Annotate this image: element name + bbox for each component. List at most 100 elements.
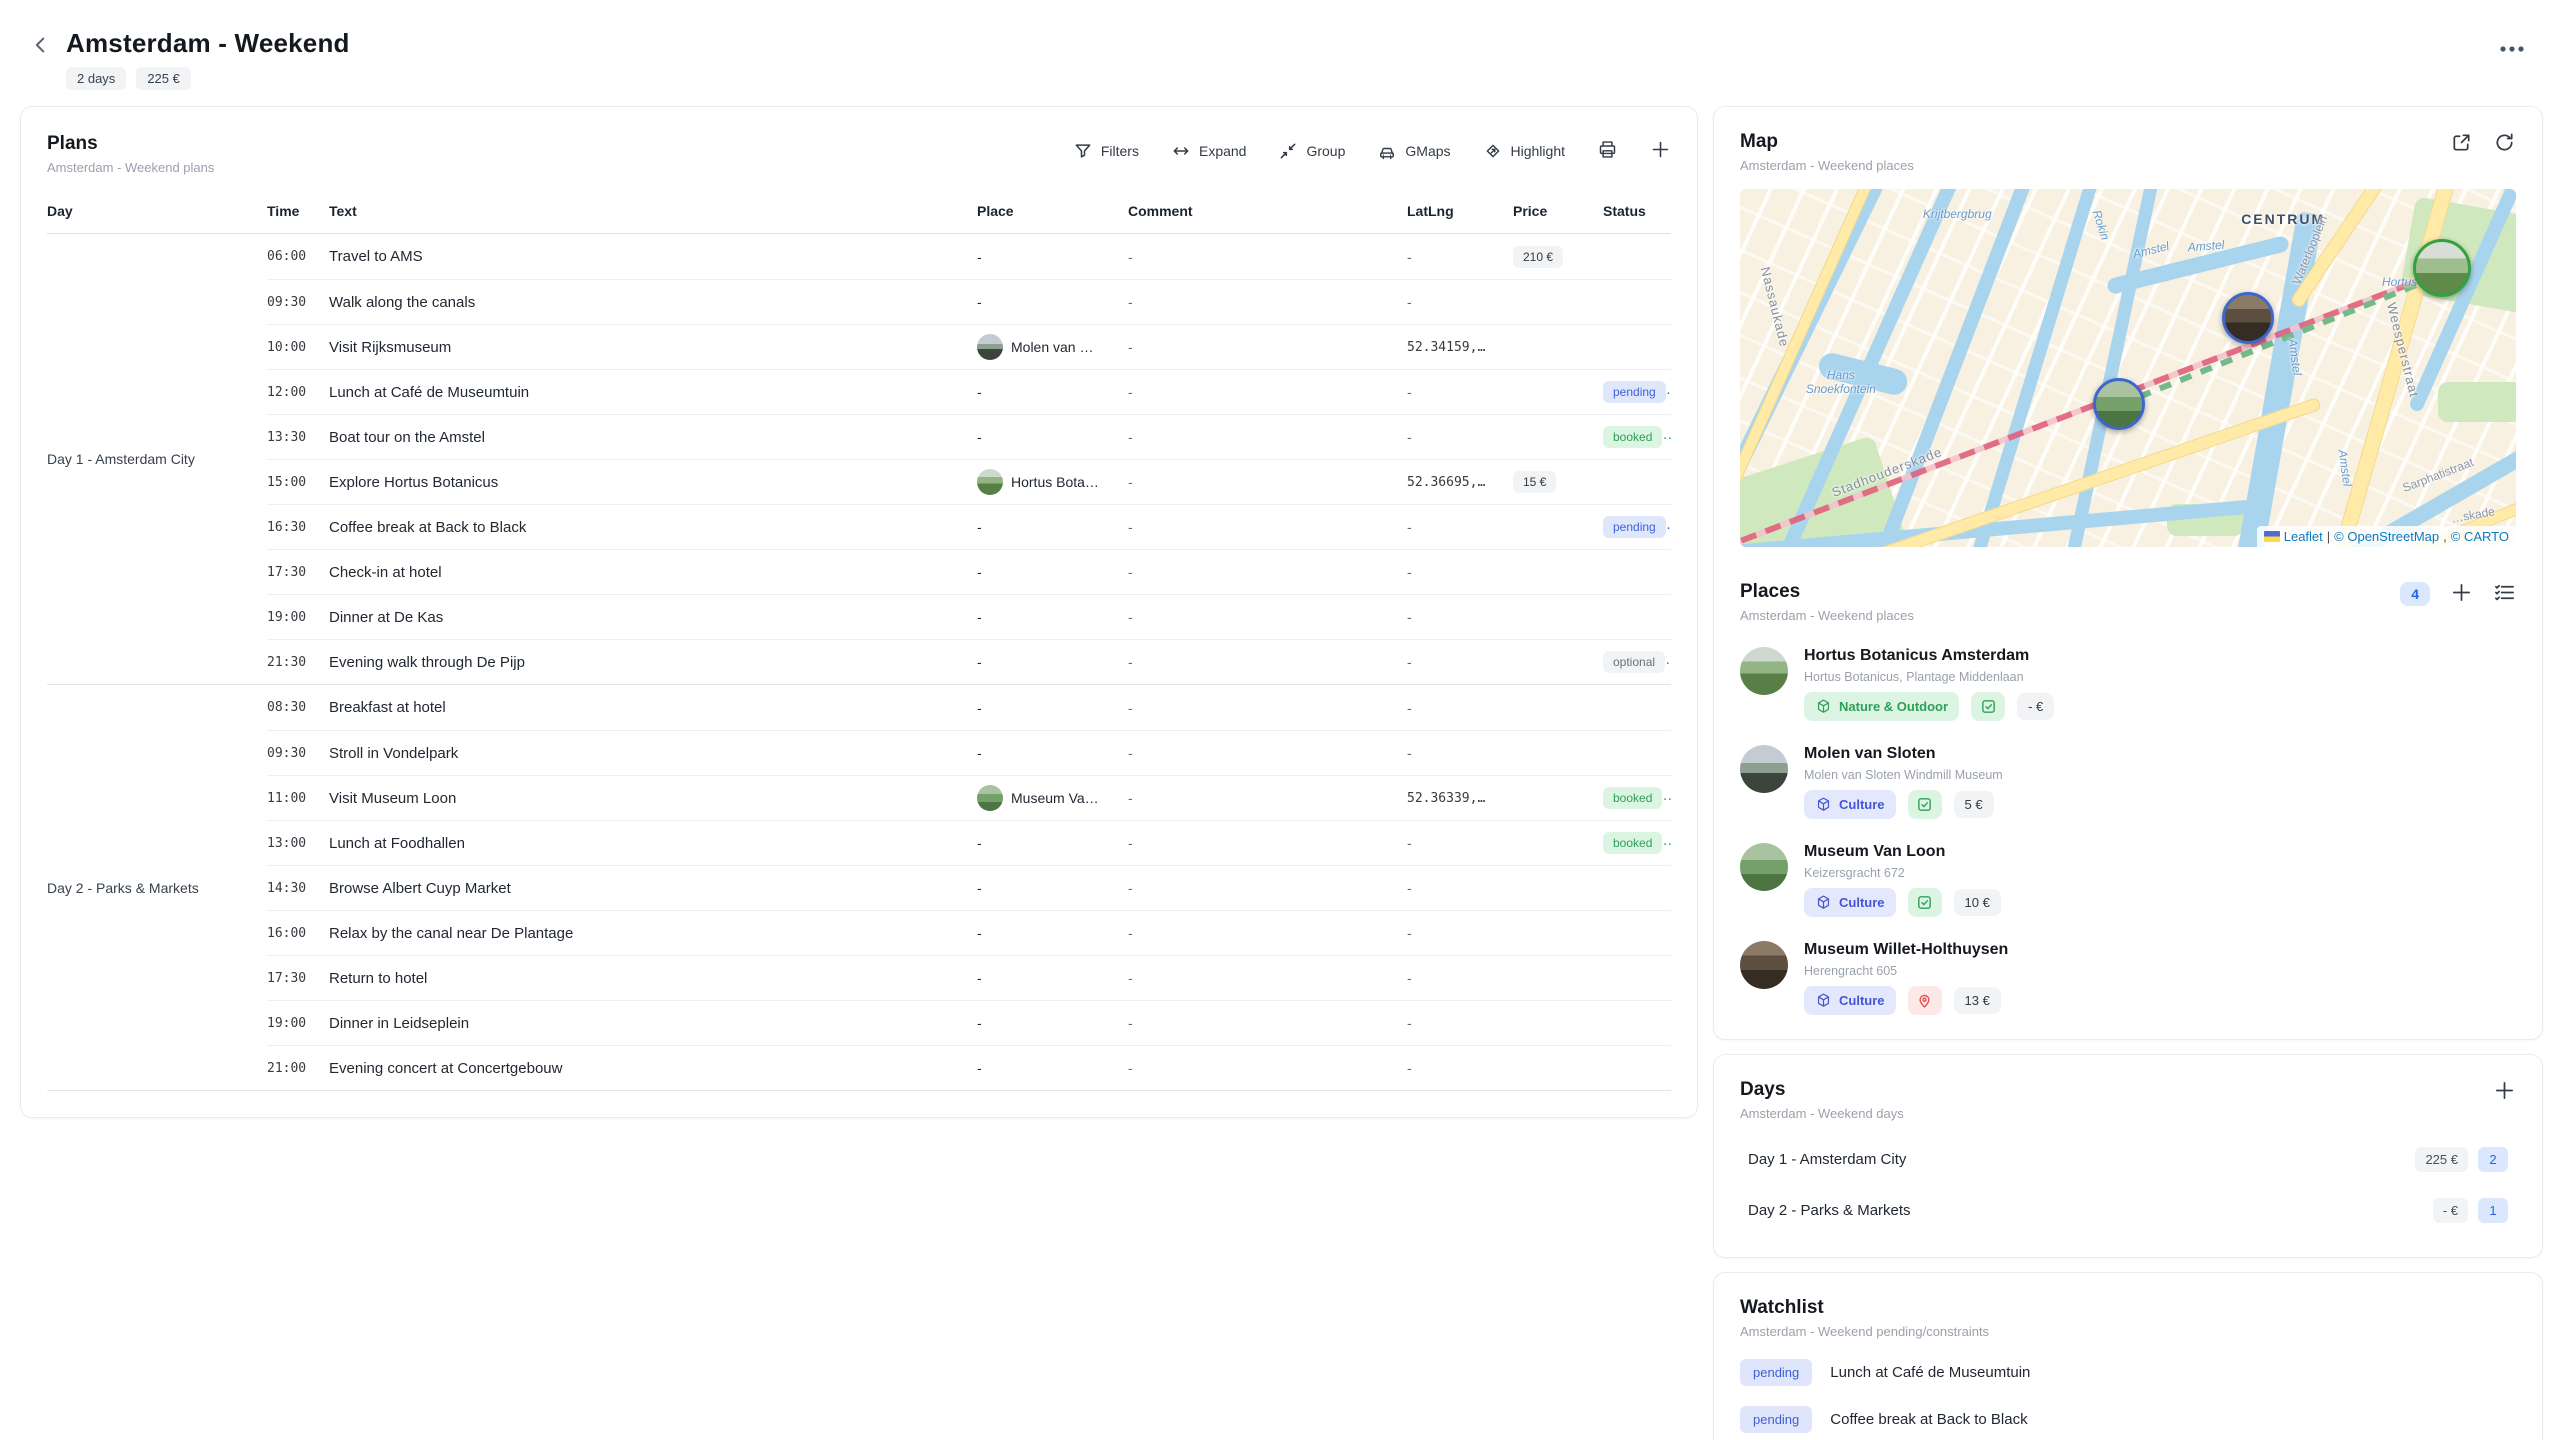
toolbar-button-label: Highlight <box>1511 143 1565 159</box>
day-group: Day 2 - Parks & Markets 08:30 Breakfast … <box>47 684 1671 1090</box>
leaflet-link[interactable]: Leaflet <box>2284 529 2323 544</box>
marker-hortus[interactable] <box>2413 239 2471 297</box>
plan-status: booked <box>1603 832 1671 854</box>
expand-button[interactable]: Expand <box>1171 141 1246 161</box>
place-item[interactable]: Museum Willet-Holthuysen Herengracht 605… <box>1740 941 2516 1015</box>
table-row[interactable]: 21:00 Evening concert at Concertgebouw -… <box>267 1045 1671 1090</box>
place-item[interactable]: Museum Van Loon Keizersgracht 672 Cultur… <box>1740 843 2516 917</box>
table-row[interactable]: 15:00 Explore Hortus Botanicus Hortus Bo… <box>267 459 1671 504</box>
plan-comment: - <box>1128 700 1407 716</box>
table-row[interactable]: 14:30 Browse Albert Cuyp Market - - - <box>267 865 1671 910</box>
group-button[interactable]: Group <box>1278 141 1345 161</box>
day-price-badge: - € <box>2433 1198 2468 1223</box>
day-group-rows: 06:00 Travel to AMS - - - 210 € 09:30 Wa… <box>267 234 1671 684</box>
day-list-item[interactable]: Day 1 - Amsterdam City 225 € 2 <box>1740 1137 2516 1182</box>
place-item[interactable]: Hortus Botanicus Amsterdam Hortus Botani… <box>1740 647 2516 721</box>
watchlist-item[interactable]: pending Coffee break at Back to Black <box>1740 1406 2516 1433</box>
watchlist-item[interactable]: pending Lunch at Café de Museumtuin <box>1740 1359 2516 1386</box>
plan-comment: - <box>1128 294 1407 310</box>
days-card: Days Amsterdam - Weekend days Day 1 - Am… <box>1713 1054 2543 1258</box>
osm-link[interactable]: © OpenStreetMap <box>2334 529 2439 544</box>
carto-link[interactable]: © CARTO <box>2451 529 2509 544</box>
days-header: Days Amsterdam - Weekend days <box>1740 1079 2516 1121</box>
table-row[interactable]: 11:00 Visit Museum Loon Museum Va… - 52.… <box>267 775 1671 820</box>
day-label: Day 2 - Parks & Markets <box>1748 1202 1911 1219</box>
table-row[interactable]: 21:30 Evening walk through De Pijp - - -… <box>267 639 1671 684</box>
day-list-item[interactable]: Day 2 - Parks & Markets - € 1 <box>1740 1188 2516 1233</box>
day-group-label: Day 1 - Amsterdam City <box>47 234 267 684</box>
table-row[interactable]: 08:30 Breakfast at hotel - - - <box>267 685 1671 730</box>
table-row[interactable]: 16:30 Coffee break at Back to Black - - … <box>267 504 1671 549</box>
plan-latlng: - <box>1407 835 1513 851</box>
filters-button[interactable]: Filters <box>1073 141 1139 161</box>
table-row[interactable]: 12:00 Lunch at Café de Museumtuin - - - … <box>267 369 1671 414</box>
plan-status: booked <box>1603 787 1671 809</box>
add-day-button[interactable] <box>2493 1079 2516 1105</box>
plan-place-name: - <box>977 970 982 986</box>
add-place-button[interactable] <box>2450 581 2473 607</box>
place-address: Keizersgracht 672 <box>1804 866 2001 880</box>
table-row[interactable]: 09:30 Stroll in Vondelpark - - - <box>267 730 1671 775</box>
plan-latlng: - <box>1407 1015 1513 1031</box>
table-row[interactable]: 16:00 Relax by the canal near De Plantag… <box>267 910 1671 955</box>
plan-latlng: - <box>1407 429 1513 445</box>
day-group-label: Day 2 - Parks & Markets <box>47 685 267 1090</box>
page-title: Amsterdam - Weekend <box>66 28 350 59</box>
plan-text: Visit Museum Loon <box>329 790 977 807</box>
overflow-menu-button[interactable] <box>2499 42 2525 57</box>
place-price-badge: 5 € <box>1954 791 1994 818</box>
table-row[interactable]: 19:00 Dinner in Leidseplein - - - <box>267 1000 1671 1045</box>
table-row[interactable]: 17:30 Return to hotel - - - <box>267 955 1671 1000</box>
print-button[interactable] <box>1597 139 1618 163</box>
status-badge: booked <box>1603 426 1662 448</box>
column-header: Status <box>1603 203 1671 219</box>
plan-place-name: - <box>977 745 982 761</box>
plan-place-name: Molen van … <box>1011 339 1093 355</box>
place-marker-badge <box>1908 790 1942 819</box>
plan-place-cell: - <box>977 384 1128 400</box>
map-places-card: Map Amsterdam - Weekend places <box>1713 106 2543 1040</box>
watchlist-header: Watchlist Amsterdam - Weekend pending/co… <box>1740 1297 2516 1339</box>
expand-icon <box>2450 131 2473 154</box>
status-badge: pending <box>1603 516 1666 538</box>
leaflet-map[interactable]: KrijtbergbrugRokinAmstelAmstelCENTRUMWat… <box>1740 189 2516 547</box>
marker-museum-willet[interactable] <box>2222 292 2274 344</box>
plan-text: Evening concert at Concertgebouw <box>329 1060 977 1077</box>
plan-text: Dinner in Leidseplein <box>329 1015 977 1032</box>
plan-latlng: 52.34159,… <box>1407 340 1513 355</box>
plan-time: 16:00 <box>267 926 329 941</box>
plan-latlng: - <box>1407 880 1513 896</box>
plan-place-name: - <box>977 564 982 580</box>
plan-place-cell: Hortus Bota… <box>977 469 1128 495</box>
status-badge: booked <box>1603 787 1662 809</box>
gmaps-button[interactable]: GMaps <box>1377 141 1450 161</box>
place-photo <box>1740 647 1788 695</box>
ellipsis-icon <box>2499 44 2525 54</box>
map-refresh-button[interactable] <box>2493 131 2516 157</box>
attribution-separator: | <box>2327 529 2330 544</box>
map-fullscreen-button[interactable] <box>2450 131 2473 157</box>
table-row[interactable]: 13:30 Boat tour on the Amstel - - - book… <box>267 414 1671 459</box>
table-row[interactable]: 06:00 Travel to AMS - - - 210 € <box>267 234 1671 279</box>
plan-latlng: - <box>1407 1060 1513 1076</box>
places-list-view-button[interactable] <box>2493 581 2516 607</box>
plan-time: 21:30 <box>267 655 329 670</box>
plan-place-name: - <box>977 654 982 670</box>
header-badge: 2 days <box>66 67 126 90</box>
table-row[interactable]: 10:00 Visit Rijksmuseum Molen van … - 52… <box>267 324 1671 369</box>
plan-comment: - <box>1128 790 1407 806</box>
highlight-button[interactable]: Highlight <box>1483 141 1565 161</box>
table-row[interactable]: 13:00 Lunch at Foodhallen - - - booked <box>267 820 1671 865</box>
marker-museum-van-loon[interactable] <box>2093 378 2145 430</box>
table-row[interactable]: 09:30 Walk along the canals - - - <box>267 279 1671 324</box>
plan-place-name: Museum Va… <box>1011 790 1099 806</box>
place-item[interactable]: Molen van Sloten Molen van Sloten Windmi… <box>1740 745 2516 819</box>
plans-title: Plans <box>47 133 214 155</box>
table-row[interactable]: 17:30 Check-in at hotel - - - <box>267 549 1671 594</box>
add-plan-button[interactable] <box>1650 139 1671 163</box>
plan-place-cell: - <box>977 429 1128 445</box>
table-row[interactable]: 19:00 Dinner at De Kas - - - <box>267 594 1671 639</box>
plan-text: Coffee break at Back to Black <box>329 519 977 536</box>
back-button[interactable] <box>30 34 52 59</box>
place-photo <box>1740 745 1788 793</box>
